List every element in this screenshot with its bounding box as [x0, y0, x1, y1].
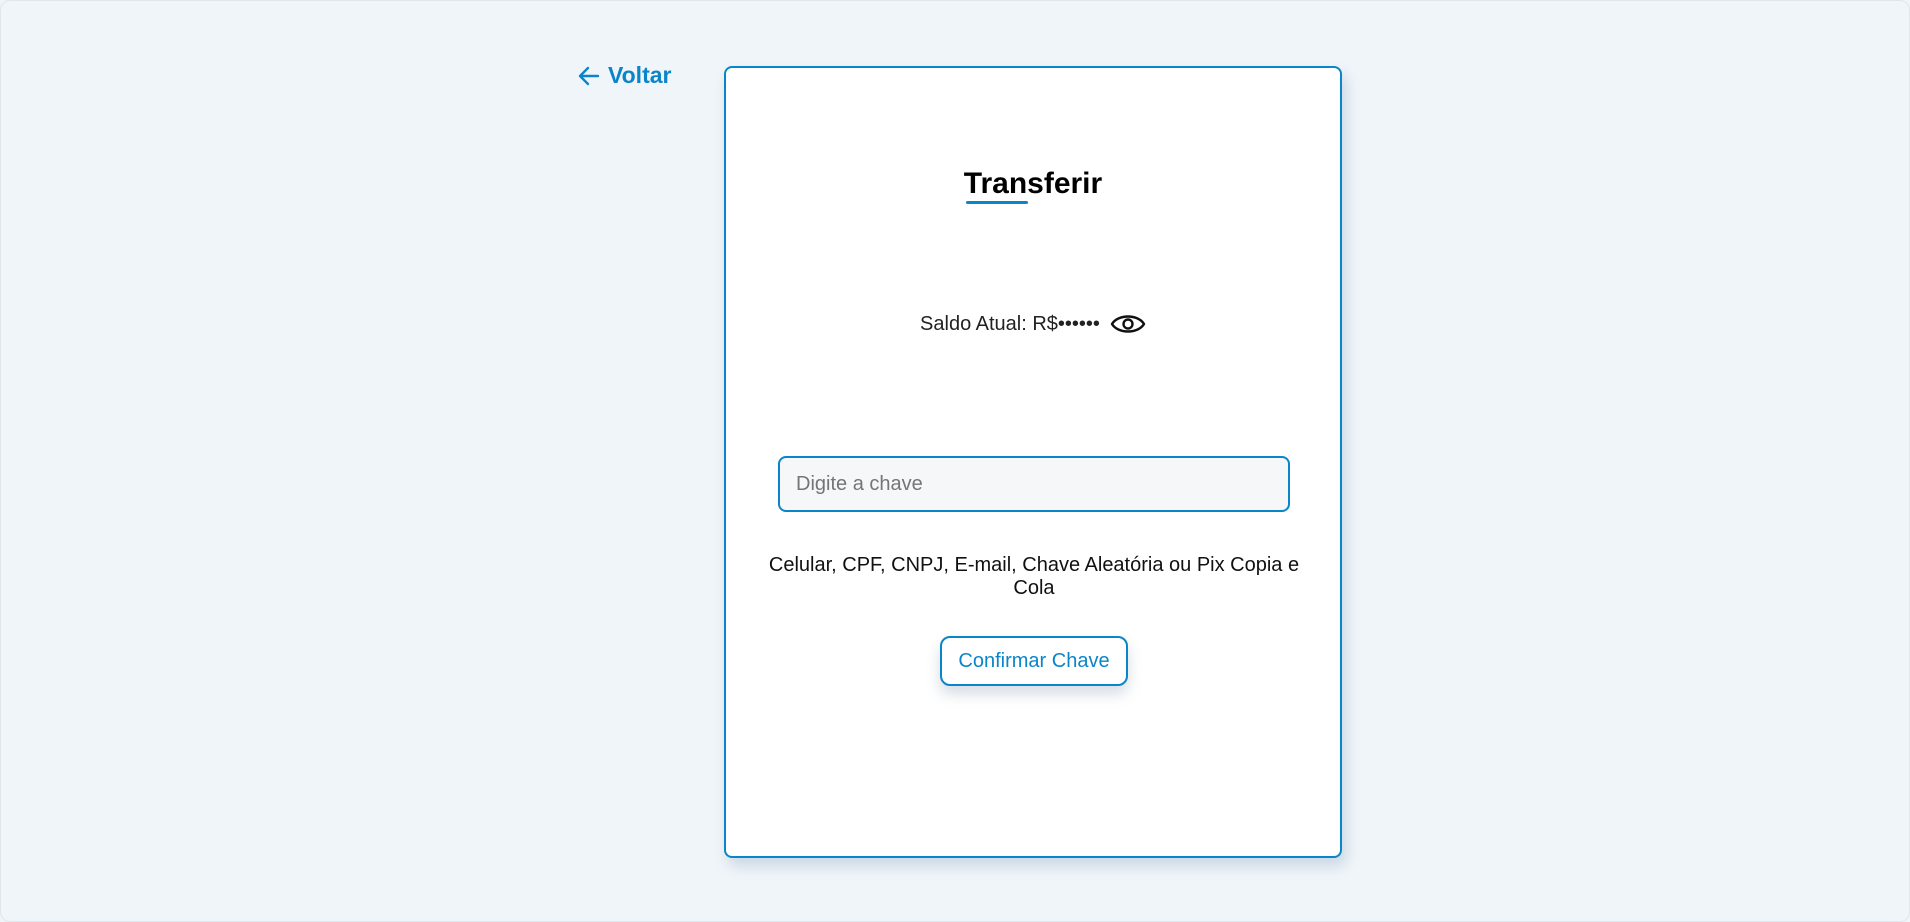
eye-icon[interactable] [1110, 310, 1146, 338]
balance-text: Saldo Atual: R$•••••• [920, 312, 1100, 335]
confirm-key-button[interactable]: Confirmar Chave [940, 636, 1128, 686]
back-button[interactable]: Voltar [578, 62, 671, 89]
arrow-left-icon [578, 66, 600, 86]
key-type-hint: Celular, CPF, CNPJ, E-mail, Chave Aleató… [768, 554, 1300, 599]
page-title: Transferir [963, 167, 1103, 200]
transfer-card: Transferir Saldo Atual: R$•••••• Celular… [724, 66, 1342, 858]
balance-row: Saldo Atual: R$•••••• [726, 310, 1340, 338]
key-input[interactable] [778, 456, 1290, 512]
title-underline [966, 201, 1028, 204]
back-label: Voltar [608, 62, 672, 88]
